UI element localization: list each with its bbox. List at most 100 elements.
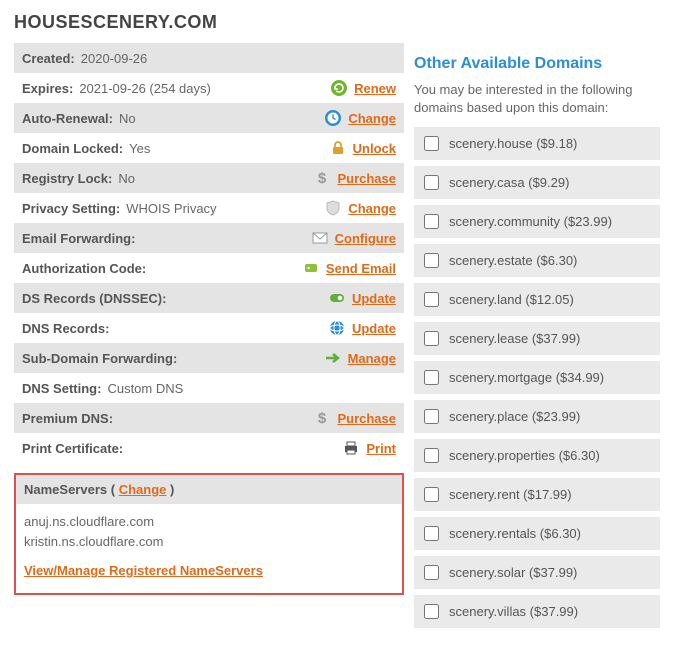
dollar-icon: [313, 169, 331, 187]
domain-checkbox[interactable]: [424, 136, 439, 151]
action-link[interactable]: Update: [352, 291, 396, 306]
domain-label: scenery.place ($23.99): [449, 409, 580, 424]
domain-checkbox[interactable]: [424, 487, 439, 502]
action-link[interactable]: Unlock: [353, 141, 396, 156]
setting-value: Yes: [129, 141, 150, 156]
domain-label: scenery.rentals ($6.30): [449, 526, 581, 541]
setting-value: No: [119, 111, 136, 126]
nameservers-manage-link[interactable]: View/Manage Registered NameServers: [24, 561, 263, 581]
action-link[interactable]: Change: [348, 201, 396, 216]
setting-label: DNS Setting:: [22, 381, 101, 396]
action-link[interactable]: Manage: [348, 351, 396, 366]
lock-icon: [329, 139, 347, 157]
setting-row: Auto-Renewal: No Change: [14, 103, 404, 133]
setting-row: Registry Lock: No Purchase: [14, 163, 404, 193]
action-link[interactable]: Purchase: [337, 411, 396, 426]
dollar-icon: [313, 409, 331, 427]
available-domain-row: scenery.properties ($6.30): [414, 439, 660, 472]
nameservers-label: NameServers: [24, 482, 107, 497]
shield-icon: [324, 199, 342, 217]
tag-icon: [302, 259, 320, 277]
setting-row: DNS Records: Update: [14, 313, 404, 343]
setting-label: Authorization Code:: [22, 261, 146, 276]
domain-label: scenery.rent ($17.99): [449, 487, 572, 502]
setting-label: Registry Lock:: [22, 171, 112, 186]
renew-icon: [330, 79, 348, 97]
available-domain-row: scenery.rentals ($6.30): [414, 517, 660, 550]
domain-label: scenery.estate ($6.30): [449, 253, 577, 268]
other-domains-sub: You may be interested in the following d…: [414, 81, 660, 117]
other-domains-panel: Other Available Domains You may be inter…: [414, 43, 660, 634]
available-domain-row: scenery.mortgage ($34.99): [414, 361, 660, 394]
setting-row: Privacy Setting: WHOIS Privacy Change: [14, 193, 404, 223]
domain-label: scenery.house ($9.18): [449, 136, 577, 151]
setting-value: 2021-09-26 (254 days): [79, 81, 211, 96]
setting-row: Created:2020-09-26: [14, 43, 404, 73]
domain-checkbox[interactable]: [424, 175, 439, 190]
setting-label: Sub-Domain Forwarding:: [22, 351, 177, 366]
domain-label: scenery.casa ($9.29): [449, 175, 569, 190]
domain-checkbox[interactable]: [424, 526, 439, 541]
setting-value: Custom DNS: [107, 381, 183, 396]
setting-row: Authorization Code: Send Email: [14, 253, 404, 283]
setting-row: Email Forwarding: Configure: [14, 223, 404, 253]
domain-title: HOUSESCENERY.COM: [14, 12, 660, 33]
clock-icon: [324, 109, 342, 127]
setting-label: Auto-Renewal:: [22, 111, 113, 126]
nameservers-change-link[interactable]: Change: [119, 482, 167, 497]
action-link[interactable]: Change: [348, 111, 396, 126]
domain-label: scenery.lease ($37.99): [449, 331, 580, 346]
action-link[interactable]: Update: [352, 321, 396, 336]
domain-checkbox[interactable]: [424, 214, 439, 229]
mail-icon: [311, 229, 329, 247]
nameserver-entry: kristin.ns.cloudflare.com: [24, 532, 394, 552]
setting-label: Privacy Setting:: [22, 201, 120, 216]
ds-icon: [328, 289, 346, 307]
globe-icon: [328, 319, 346, 337]
setting-label: DNS Records:: [22, 321, 109, 336]
domain-checkbox[interactable]: [424, 565, 439, 580]
action-link[interactable]: Send Email: [326, 261, 396, 276]
available-domain-row: scenery.lease ($37.99): [414, 322, 660, 355]
setting-value: No: [118, 171, 135, 186]
domain-checkbox[interactable]: [424, 370, 439, 385]
nameservers-box: NameServers ( Change ) anuj.ns.cloudflar…: [14, 473, 404, 595]
available-domain-row: scenery.casa ($9.29): [414, 166, 660, 199]
available-domain-row: scenery.house ($9.18): [414, 127, 660, 160]
setting-value: WHOIS Privacy: [126, 201, 216, 216]
setting-label: Expires:: [22, 81, 73, 96]
domain-checkbox[interactable]: [424, 292, 439, 307]
domain-checkbox[interactable]: [424, 448, 439, 463]
available-domain-row: scenery.place ($23.99): [414, 400, 660, 433]
setting-row: Print Certificate: Print: [14, 433, 404, 463]
setting-label: Email Forwarding:: [22, 231, 135, 246]
setting-label: Domain Locked:: [22, 141, 123, 156]
setting-row: Expires: 2021-09-26 (254 days) Renew: [14, 73, 404, 103]
domain-label: scenery.properties ($6.30): [449, 448, 600, 463]
setting-label: DS Records (DNSSEC):: [22, 291, 166, 306]
printer-icon: [342, 439, 360, 457]
available-domain-row: scenery.land ($12.05): [414, 283, 660, 316]
domain-checkbox[interactable]: [424, 253, 439, 268]
domain-label: scenery.land ($12.05): [449, 292, 574, 307]
setting-label: Premium DNS:: [22, 411, 113, 426]
other-domains-heading: Other Available Domains: [414, 55, 660, 73]
setting-label: Print Certificate:: [22, 441, 123, 456]
domain-checkbox[interactable]: [424, 604, 439, 619]
action-link[interactable]: Print: [366, 441, 396, 456]
nameservers-heading: NameServers ( Change ): [16, 475, 402, 504]
setting-row: Premium DNS: Purchase: [14, 403, 404, 433]
domain-label: scenery.solar ($37.99): [449, 565, 577, 580]
available-domain-row: scenery.villas ($37.99): [414, 595, 660, 628]
domain-checkbox[interactable]: [424, 331, 439, 346]
action-link[interactable]: Renew: [354, 81, 396, 96]
domain-label: scenery.villas ($37.99): [449, 604, 578, 619]
domain-label: scenery.mortgage ($34.99): [449, 370, 604, 385]
action-link[interactable]: Configure: [335, 231, 396, 246]
available-domain-row: scenery.estate ($6.30): [414, 244, 660, 277]
setting-row: DNS Setting: Custom DNS: [14, 373, 404, 403]
setting-row: DS Records (DNSSEC): Update: [14, 283, 404, 313]
settings-panel: Created:2020-09-26 Expires: 2021-09-26 (25…: [14, 43, 404, 634]
domain-checkbox[interactable]: [424, 409, 439, 424]
action-link[interactable]: Purchase: [337, 171, 396, 186]
